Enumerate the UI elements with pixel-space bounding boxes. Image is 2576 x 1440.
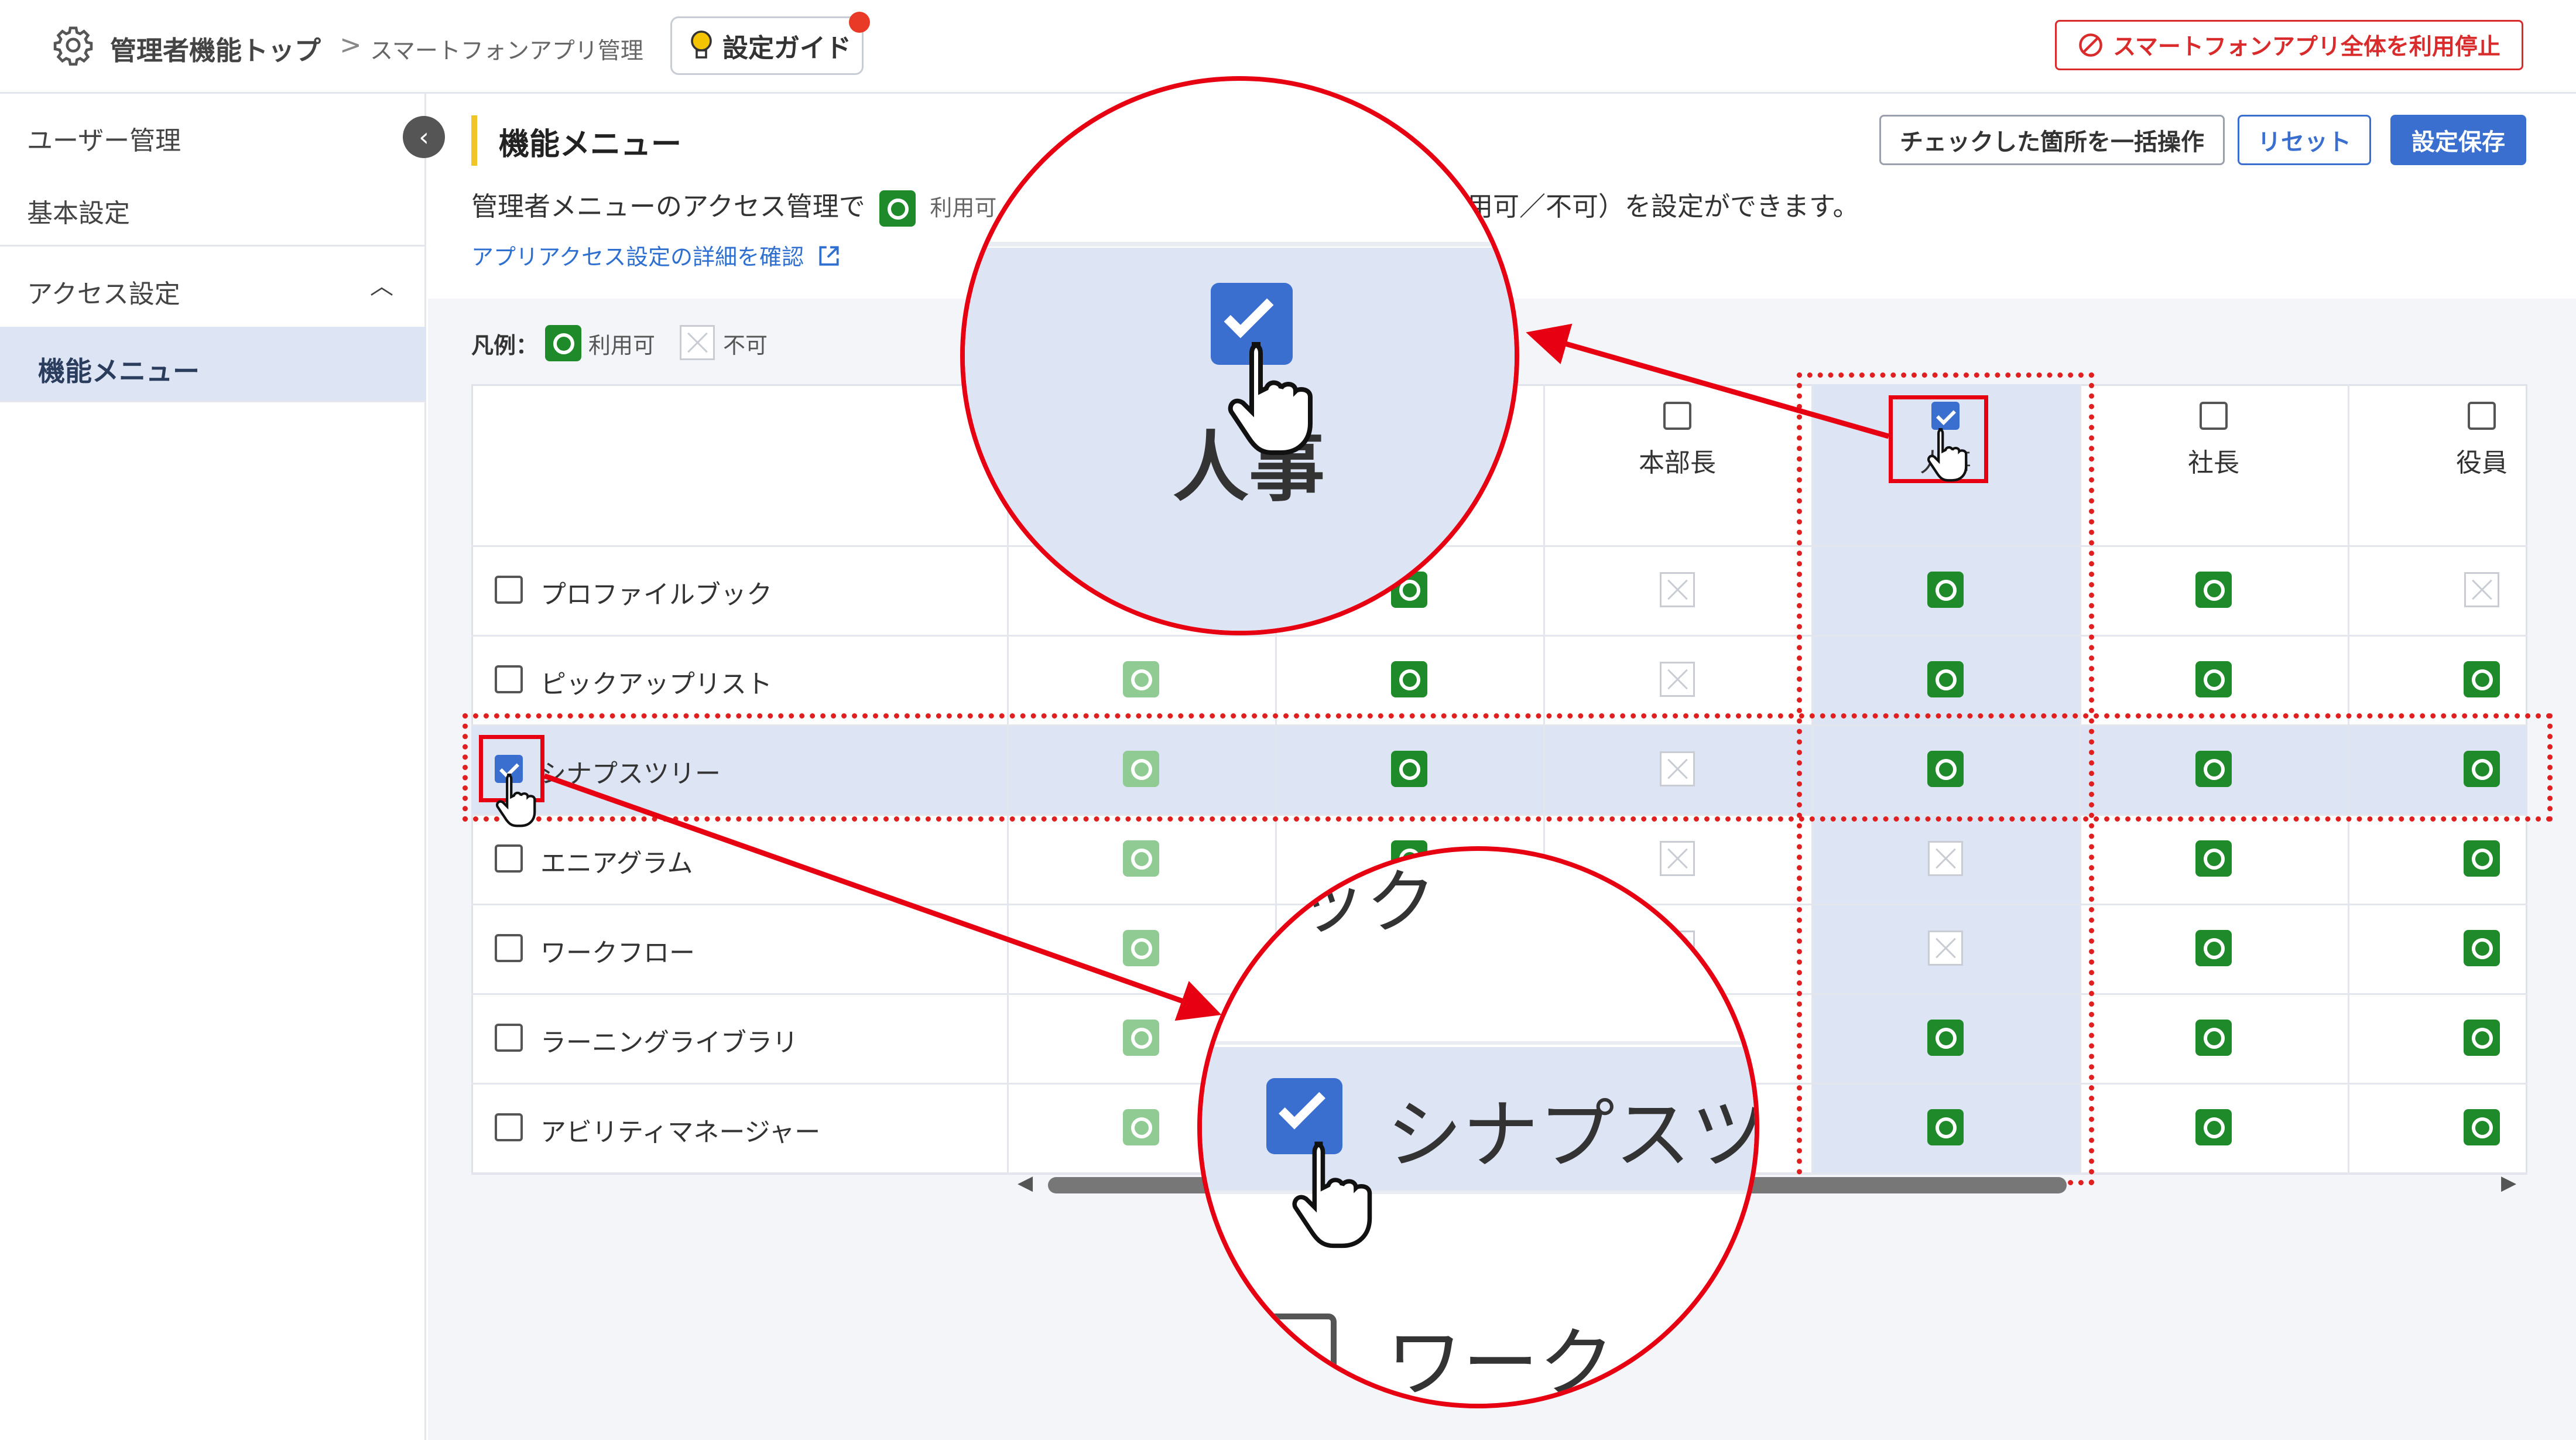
callout-arrows bbox=[543, 323, 1890, 1021]
